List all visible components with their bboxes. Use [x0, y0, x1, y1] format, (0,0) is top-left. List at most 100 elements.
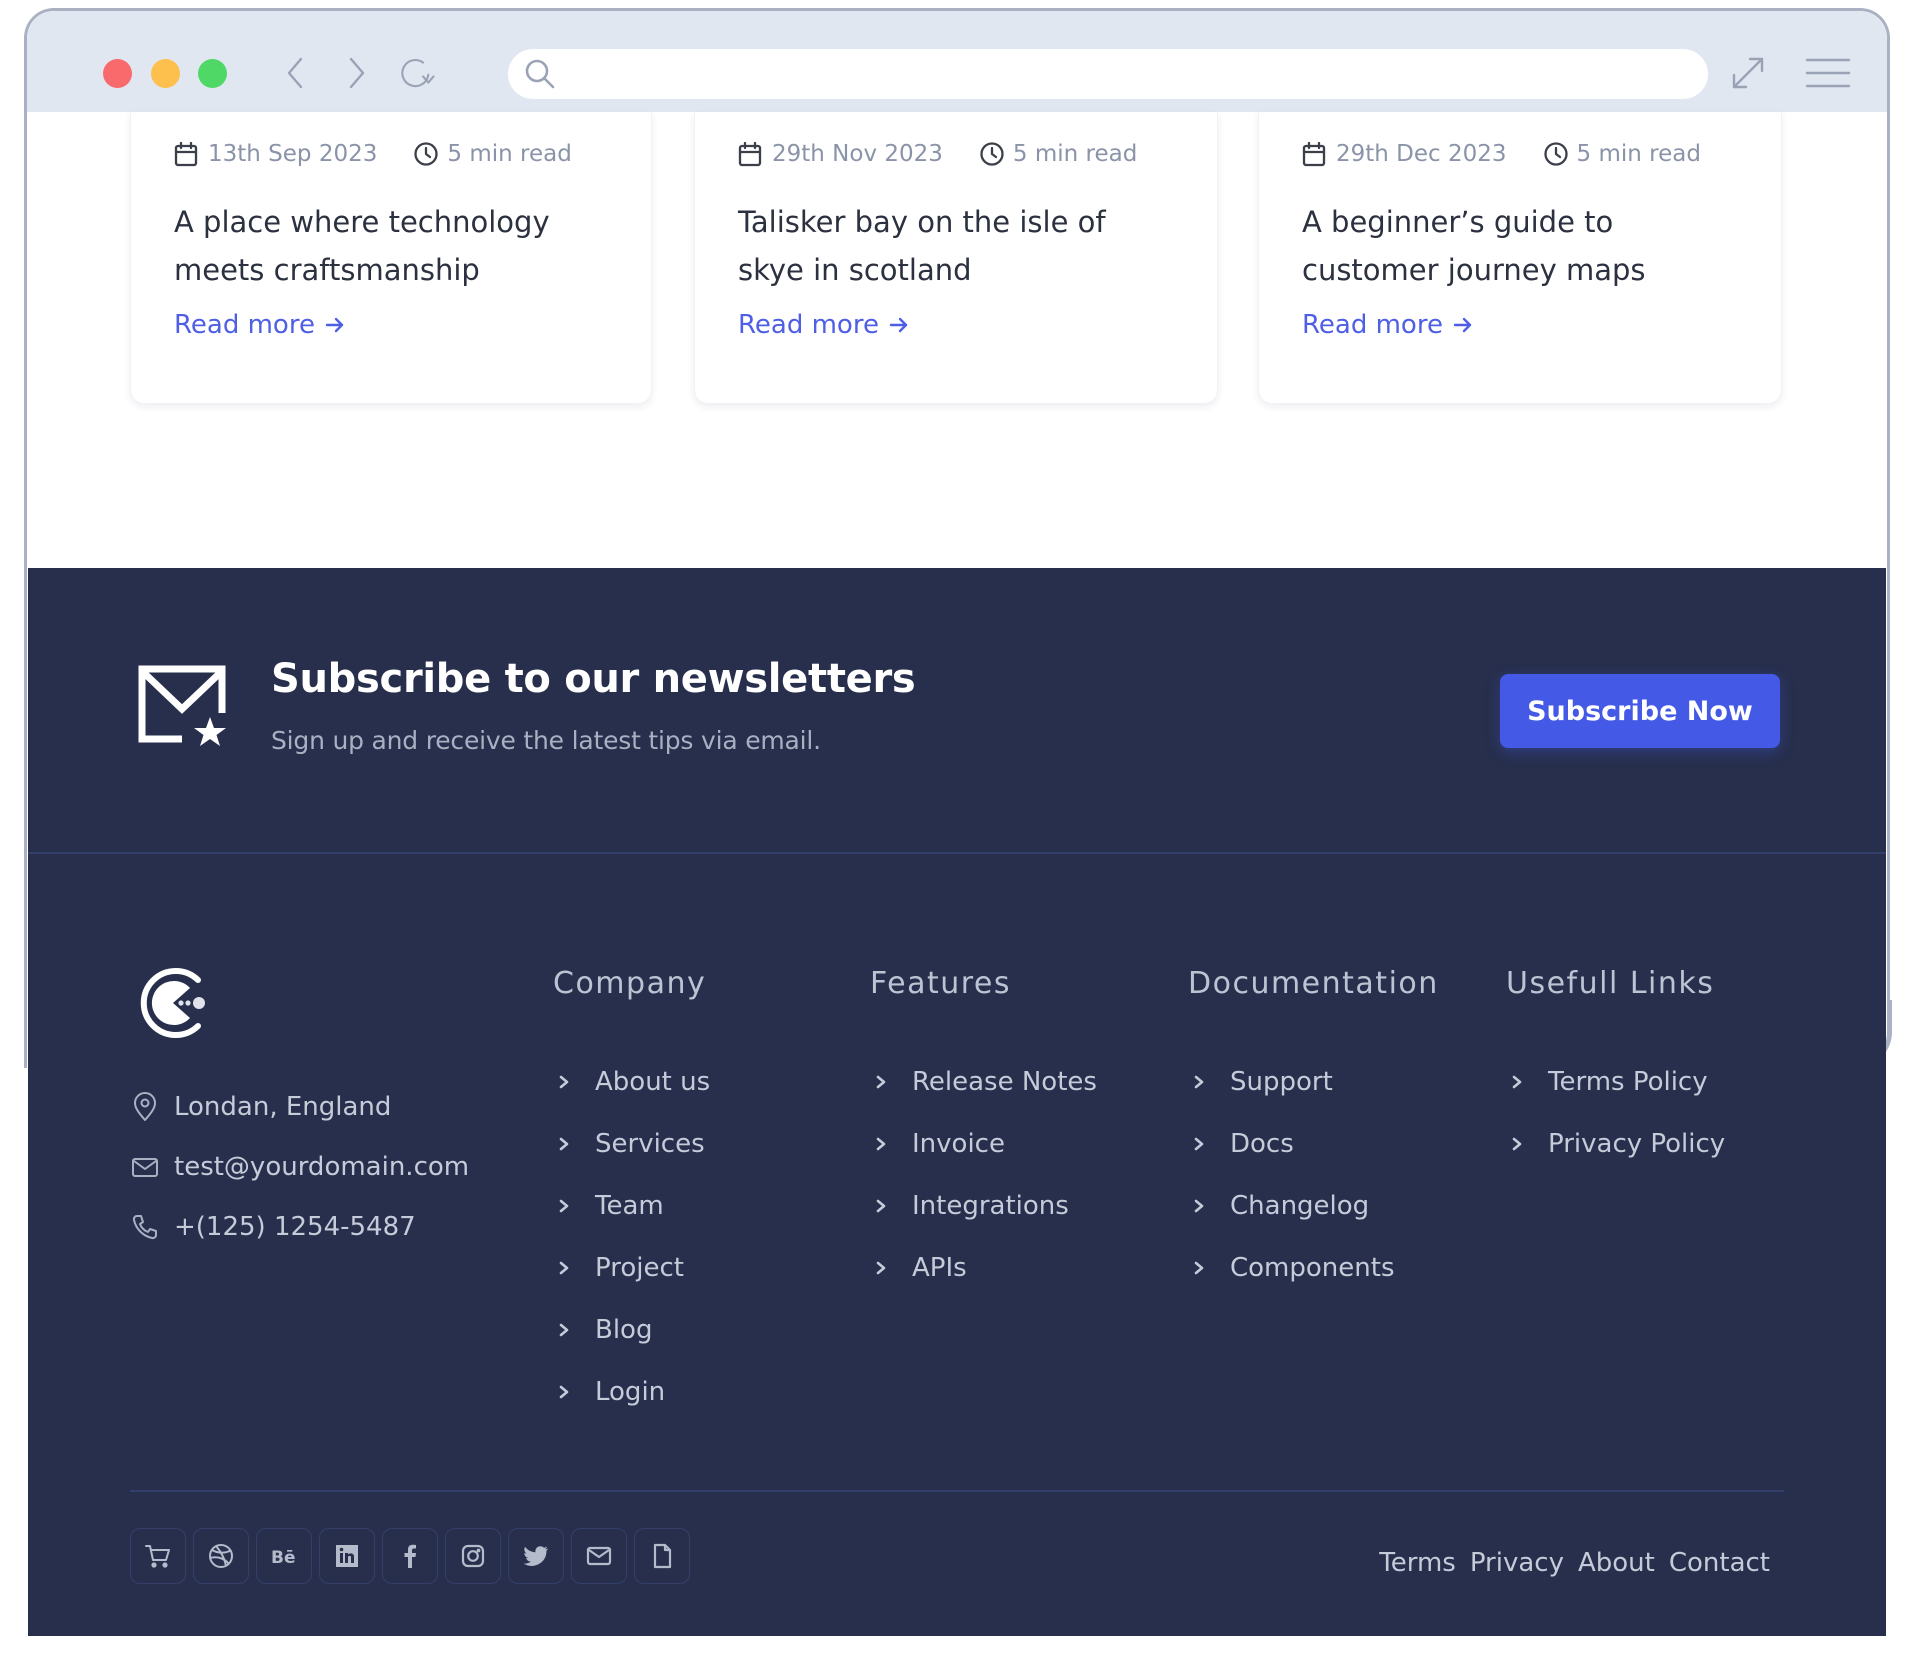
- browser-toolbar: [27, 11, 1887, 112]
- mail-star-icon: [138, 665, 230, 753]
- behance-icon[interactable]: Bē: [256, 1528, 312, 1584]
- contact-email[interactable]: test@yourdomain.com: [130, 1152, 469, 1182]
- chevron-right-icon: [1194, 1260, 1210, 1276]
- link-label: Release Notes: [912, 1067, 1097, 1097]
- footer-column-features: Features Release Notes Invoice Integrati…: [870, 966, 1097, 1299]
- dribbble-icon[interactable]: [193, 1528, 249, 1584]
- chevron-right-icon: [1194, 1198, 1210, 1214]
- address-bar-input[interactable]: [508, 49, 1708, 99]
- footer-link-services[interactable]: Services: [553, 1113, 710, 1175]
- svg-text:Bē: Bē: [271, 1548, 296, 1568]
- clock-icon: [1543, 140, 1569, 168]
- footer-link-project[interactable]: Project: [553, 1237, 710, 1299]
- link-label: APIs: [912, 1253, 967, 1283]
- expand-icon[interactable]: [1725, 51, 1771, 95]
- footer-link-terms-policy[interactable]: Terms Policy: [1506, 1051, 1725, 1113]
- arrow-right-icon: [325, 317, 344, 333]
- newsletter-title: Subscribe to our newsletters: [271, 656, 916, 702]
- footer-link-changelog[interactable]: Changelog: [1188, 1175, 1439, 1237]
- bottom-link-contact[interactable]: Contact: [1669, 1548, 1770, 1578]
- chevron-right-icon: [1512, 1136, 1528, 1152]
- facebook-icon[interactable]: [382, 1528, 438, 1584]
- chevron-right-icon: [1194, 1074, 1210, 1090]
- footer-link-blog[interactable]: Blog: [553, 1299, 710, 1361]
- arrow-right-icon: [1453, 317, 1472, 333]
- bottom-link-privacy[interactable]: Privacy: [1470, 1548, 1564, 1578]
- mail-icon[interactable]: [571, 1528, 627, 1584]
- footer-link-login[interactable]: Login: [553, 1361, 710, 1423]
- cart-icon[interactable]: [130, 1528, 186, 1584]
- phone-text: +(125) 1254-5487: [174, 1212, 416, 1242]
- calendar-icon: [738, 140, 764, 168]
- site-footer: Subscribe to our newsletters Sign up and…: [28, 568, 1886, 1636]
- bottom-link-about[interactable]: About: [1578, 1548, 1655, 1578]
- read-time: 5 min read: [1012, 141, 1138, 167]
- link-label: Docs: [1230, 1129, 1294, 1159]
- post-date: 29th Dec 2023: [1336, 141, 1507, 167]
- back-arrow-icon[interactable]: [275, 51, 315, 95]
- phone-icon: [130, 1212, 160, 1242]
- blog-card: 29th Dec 2023 5 min read A beginner’s gu…: [1258, 112, 1782, 404]
- chevron-right-icon: [559, 1322, 575, 1338]
- chevron-right-icon: [876, 1136, 892, 1152]
- read-more-link[interactable]: Read more: [1302, 310, 1473, 340]
- calendar-icon: [1302, 140, 1328, 168]
- read-time: 5 min read: [1576, 141, 1701, 167]
- reload-icon[interactable]: [397, 51, 437, 95]
- brand-logo[interactable]: [132, 962, 214, 1044]
- forward-arrow-icon[interactable]: [337, 51, 377, 95]
- footer-link-team[interactable]: Team: [553, 1175, 710, 1237]
- footer-link-apis[interactable]: APIs: [870, 1237, 1097, 1299]
- footer-link-release-notes[interactable]: Release Notes: [870, 1051, 1097, 1113]
- chevron-right-icon: [559, 1074, 575, 1090]
- blog-card: 29th Nov 2023 5 min read Talisker bay on…: [694, 112, 1218, 404]
- link-label: Services: [595, 1129, 705, 1159]
- footer-bottom-links: Terms Privacy About Contact: [1379, 1548, 1770, 1578]
- footer-link-about-us[interactable]: About us: [553, 1051, 710, 1113]
- chevron-right-icon: [559, 1384, 575, 1400]
- footer-link-docs[interactable]: Docs: [1188, 1113, 1439, 1175]
- menu-icon[interactable]: [1803, 51, 1853, 95]
- subscribe-now-button[interactable]: Subscribe Now: [1500, 674, 1780, 748]
- location-pin-icon: [130, 1092, 160, 1122]
- linkedin-icon[interactable]: [319, 1528, 375, 1584]
- contact-location: Londan, England: [130, 1092, 391, 1122]
- chevron-right-icon: [559, 1136, 575, 1152]
- chevron-right-icon: [876, 1198, 892, 1214]
- bottom-link-terms[interactable]: Terms: [1379, 1548, 1456, 1578]
- footer-link-invoice[interactable]: Invoice: [870, 1113, 1097, 1175]
- calendar-icon: [174, 140, 200, 168]
- footer-link-integrations[interactable]: Integrations: [870, 1175, 1097, 1237]
- column-heading: Usefull Links: [1506, 966, 1715, 1001]
- twitter-icon[interactable]: [508, 1528, 564, 1584]
- link-label: Blog: [595, 1315, 653, 1345]
- post-title: Talisker bay on the isle of skye in scot…: [738, 205, 1106, 287]
- window-close-button[interactable]: [103, 59, 132, 88]
- read-more-link[interactable]: Read more: [738, 310, 909, 340]
- footer-link-support[interactable]: Support: [1188, 1051, 1439, 1113]
- column-heading: Company: [553, 966, 707, 1001]
- chevron-right-icon: [876, 1260, 892, 1276]
- post-title: A beginner’s guide to customer journey m…: [1302, 205, 1646, 287]
- newsletter-subtitle: Sign up and receive the latest tips via …: [271, 726, 821, 755]
- window-minimize-button[interactable]: [151, 59, 180, 88]
- window-maximize-button[interactable]: [198, 59, 227, 88]
- file-icon[interactable]: [634, 1528, 690, 1584]
- arrow-right-icon: [889, 317, 908, 333]
- link-label: Invoice: [912, 1129, 1005, 1159]
- footer-link-components[interactable]: Components: [1188, 1237, 1439, 1299]
- footer-column-documentation: Documentation Support Docs Changelog Com…: [1188, 966, 1439, 1299]
- search-icon: [523, 57, 557, 91]
- instagram-icon[interactable]: [445, 1528, 501, 1584]
- read-more-link[interactable]: Read more: [174, 310, 345, 340]
- footer-link-privacy-policy[interactable]: Privacy Policy: [1506, 1113, 1725, 1175]
- link-label: About us: [595, 1067, 711, 1097]
- chevron-right-icon: [559, 1260, 575, 1276]
- footer-column-company: Company About us Services Team Project B…: [553, 966, 710, 1423]
- email-text: test@yourdomain.com: [174, 1152, 470, 1182]
- read-more-label: Read more: [174, 310, 315, 340]
- social-links: Bē: [130, 1528, 690, 1584]
- contact-phone[interactable]: +(125) 1254-5487: [130, 1212, 416, 1242]
- location-text: Londan, England: [174, 1092, 392, 1122]
- link-label: Support: [1230, 1067, 1333, 1097]
